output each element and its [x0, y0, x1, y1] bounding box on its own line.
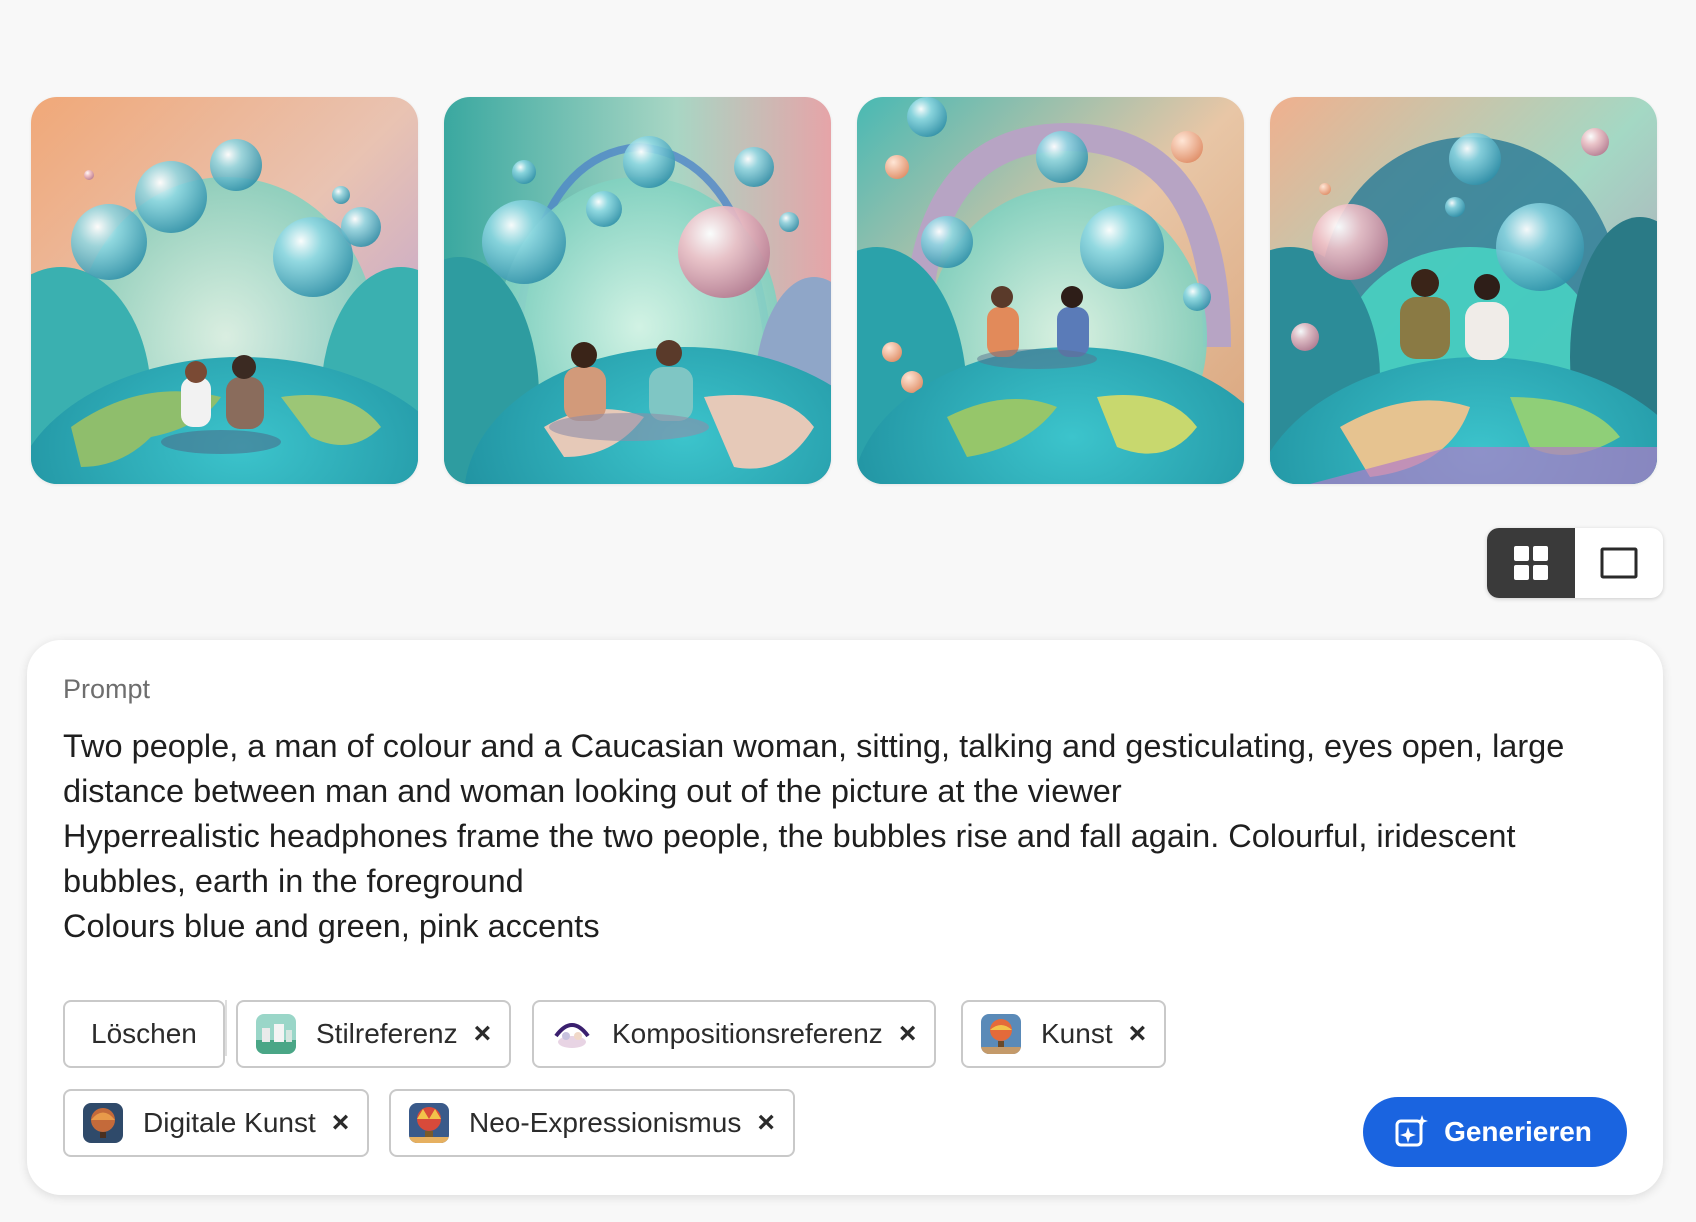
remove-composition-reference-icon[interactable]: ×: [899, 1019, 917, 1049]
sparkle-generate-icon: [1395, 1115, 1429, 1147]
grid-view-button[interactable]: [1487, 528, 1575, 598]
generated-image-2[interactable]: [444, 97, 831, 484]
single-view-button[interactable]: [1575, 528, 1663, 598]
remove-digital-art-icon[interactable]: ×: [332, 1108, 350, 1138]
style-reference-thumbnail-icon: [256, 1014, 296, 1054]
neo-expressionism-label: Neo-Expressionismus: [469, 1107, 742, 1138]
art-thumbnail-icon: [981, 1014, 1021, 1054]
remove-neo-expressionism-icon[interactable]: ×: [757, 1108, 775, 1138]
grid-view-icon: [1514, 546, 1548, 580]
style-reference-label: Stilreferenz: [316, 1018, 458, 1049]
generated-image-4-art: [1270, 97, 1657, 484]
remove-style-reference-icon[interactable]: ×: [474, 1019, 492, 1049]
prompt-input[interactable]: Two people, a man of colour and a Caucas…: [63, 724, 1623, 949]
digital-art-thumbnail-icon: [83, 1103, 123, 1143]
composition-reference-chip[interactable]: Kompositionsreferenz ×: [532, 1000, 937, 1068]
digital-art-chip[interactable]: Digitale Kunst ×: [63, 1089, 370, 1157]
art-label: Kunst: [1041, 1018, 1113, 1049]
delete-button[interactable]: Löschen: [63, 1000, 225, 1068]
remove-art-icon[interactable]: ×: [1129, 1019, 1147, 1049]
composition-reference-thumbnail-icon: [552, 1014, 592, 1054]
composition-reference-label: Kompositionsreferenz: [612, 1018, 883, 1049]
generated-image-3-art: [857, 97, 1244, 484]
prompt-panel: Prompt Two people, a man of colour and a…: [27, 640, 1663, 1195]
digital-art-label: Digitale Kunst: [143, 1107, 316, 1138]
view-mode-toggle: [1487, 528, 1663, 598]
generated-image-2-art: [444, 97, 831, 484]
single-view-icon: [1600, 547, 1638, 579]
generate-label: Generieren: [1444, 1116, 1592, 1147]
generated-image-4[interactable]: [1270, 97, 1657, 484]
neo-expressionism-chip[interactable]: Neo-Expressionismus ×: [389, 1089, 795, 1157]
generate-button[interactable]: Generieren: [1363, 1097, 1627, 1167]
prompt-label: Prompt: [63, 674, 151, 704]
generated-image-1-art: [31, 97, 418, 484]
neo-expressionism-thumbnail-icon: [409, 1103, 449, 1143]
image-gallery: [31, 97, 1657, 484]
generated-image-3[interactable]: [857, 97, 1244, 484]
delete-label: Löschen: [91, 1018, 197, 1049]
art-chip[interactable]: Kunst ×: [961, 1000, 1167, 1068]
chip-divider: [225, 1000, 227, 1056]
style-reference-chip[interactable]: Stilreferenz ×: [236, 1000, 512, 1068]
generated-image-1[interactable]: [31, 97, 418, 484]
